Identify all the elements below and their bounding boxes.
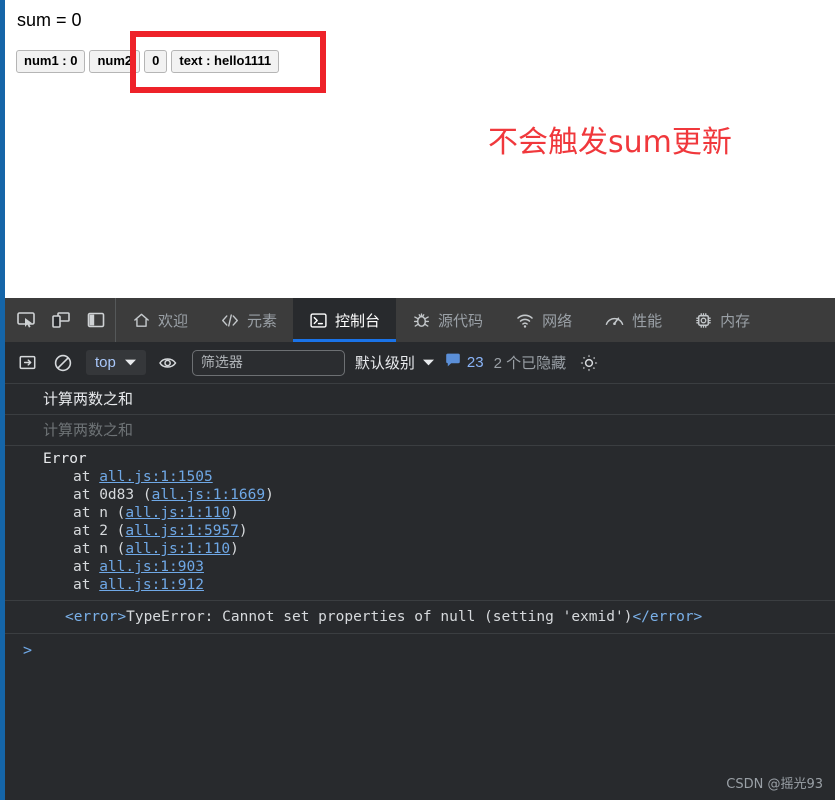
page-button-row: num1 : 0 num2 0 text : hello1111 — [16, 50, 280, 73]
console-filter-input[interactable] — [191, 349, 345, 376]
memory-chip-icon — [694, 311, 713, 330]
stack-prefix: at — [73, 541, 100, 557]
stack-trace-line: at 2 (all.js:1:5957) — [43, 522, 835, 540]
stack-trace-line: at n (all.js:1:110) — [43, 540, 835, 558]
prompt-caret-icon: > — [23, 641, 33, 659]
num2-value-button[interactable]: 0 — [144, 50, 168, 73]
num1-button[interactable]: num1 : 0 — [16, 50, 86, 73]
stack-trace-line: at all.js:1:1505 — [43, 468, 835, 486]
tab-sources-label: 源代码 — [438, 312, 484, 330]
log-level-select[interactable]: 默认级别 — [355, 352, 435, 373]
tab-network-label: 网络 — [542, 312, 573, 330]
devtools-tabs: 欢迎 元素 控制台 源代码 网络 性能 内存 — [116, 298, 835, 342]
stack-open: ( — [142, 487, 152, 503]
console-toolbar: top 默认级别 23 2 个已隐藏 — [5, 342, 835, 384]
devtools-panel: 欢迎 元素 控制台 源代码 网络 性能 内存 top 筛选器 默认级别 23 2… — [0, 298, 835, 800]
stack-close: ) — [230, 541, 239, 557]
bug-icon — [412, 311, 431, 330]
tab-console-label: 控制台 — [335, 312, 381, 330]
stack-prefix: at — [73, 577, 100, 593]
error-open-tag: <error> — [65, 609, 127, 625]
source-link[interactable]: all.js:1:5957 — [125, 523, 239, 539]
source-link[interactable]: all.js:1:1505 — [99, 469, 213, 485]
tab-memory[interactable]: 内存 — [678, 298, 766, 342]
tab-performance-label: 性能 — [632, 312, 663, 330]
stack-close: ) — [238, 523, 248, 539]
home-icon — [132, 311, 151, 330]
text-button[interactable]: text : hello1111 — [171, 50, 280, 73]
annotation-text: 不会触发sum更新 — [488, 125, 732, 160]
tab-network[interactable]: 网络 — [499, 298, 588, 342]
stack-trace-line: at n (all.js:1:110) — [43, 504, 835, 522]
tab-sources[interactable]: 源代码 — [396, 298, 499, 342]
stack-fn: 0d83 — [99, 487, 143, 503]
stack-prefix: at — [73, 487, 100, 503]
stack-fn: 2 — [99, 523, 117, 539]
message-bubble-icon — [445, 353, 461, 372]
tab-console[interactable]: 控制台 — [293, 298, 397, 342]
console-messages-list[interactable]: 计算两数之和 计算两数之和 Error at all.js:1:1505 at … — [5, 384, 835, 800]
console-error-stack-trace: Error at all.js:1:1505 at 0d83 (all.js:1… — [5, 446, 835, 601]
stack-prefix: at — [73, 559, 100, 575]
stack-trace-line: at all.js:1:912 — [43, 576, 835, 594]
live-expression-icon[interactable] — [156, 350, 182, 376]
console-log-entry: 计算两数之和 — [5, 384, 835, 415]
source-link[interactable]: all.js:1:110 — [125, 541, 230, 557]
dock-side-icon[interactable] — [83, 307, 109, 333]
execution-context-select[interactable]: top — [86, 350, 146, 375]
watermark-text: CSDN @摇光93 — [726, 777, 823, 792]
console-prompt-row[interactable]: > — [5, 634, 835, 667]
source-link[interactable]: all.js:1:903 — [99, 559, 204, 575]
message-count-value: 23 — [466, 354, 484, 371]
stack-close: ) — [230, 505, 239, 521]
console-error-xml-message: <error>TypeError: Cannot set properties … — [5, 601, 835, 634]
log-level-label: 默认级别 — [354, 355, 415, 372]
source-link[interactable]: all.js:1:1669 — [152, 487, 266, 503]
stack-trace-header: Error — [43, 451, 87, 467]
gear-icon[interactable] — [576, 350, 602, 376]
stack-trace-line: at all.js:1:903 — [43, 558, 835, 576]
stack-fn: n — [99, 505, 117, 521]
tab-memory-label: 内存 — [720, 312, 751, 330]
tab-welcome[interactable]: 欢迎 — [116, 298, 204, 342]
execution-context-value: top — [95, 354, 116, 371]
devtools-tabbar: 欢迎 元素 控制台 源代码 网络 性能 内存 — [5, 298, 835, 343]
chevron-down-icon — [422, 354, 435, 371]
clear-console-icon[interactable] — [50, 350, 76, 376]
inspect-element-icon[interactable] — [13, 307, 39, 333]
console-sidebar-icon[interactable] — [14, 350, 40, 376]
stack-prefix: at — [73, 523, 100, 539]
stack-prefix: at — [73, 469, 100, 485]
chevron-down-icon — [124, 354, 137, 371]
code-brackets-icon — [220, 311, 240, 330]
message-count-badge[interactable]: 23 — [445, 353, 484, 372]
stack-fn: n — [99, 541, 117, 557]
stack-close: ) — [265, 487, 274, 503]
hidden-messages-label: 2 个已隐藏 — [493, 355, 567, 372]
device-toolbar-icon[interactable] — [48, 307, 74, 333]
devtools-left-accent-strip — [0, 298, 5, 800]
page-content: sum = 0 num1 : 0 num2 0 text : hello1111… — [5, 0, 835, 298]
sum-display-text: sum = 0 — [17, 10, 82, 30]
tab-performance[interactable]: 性能 — [588, 298, 678, 342]
stack-trace-line: at 0d83 (all.js:1:1669) — [43, 486, 835, 504]
tab-welcome-label: 欢迎 — [158, 312, 189, 330]
error-close-tag: </error> — [632, 609, 703, 625]
tab-elements[interactable]: 元素 — [204, 298, 293, 342]
num2-button[interactable]: num2 — [89, 50, 141, 73]
console-log-entry: 计算两数之和 — [5, 415, 835, 446]
browser-page-viewport: sum = 0 num1 : 0 num2 0 text : hello1111… — [0, 0, 835, 298]
error-message-text: TypeError: Cannot set properties of null… — [126, 609, 633, 625]
performance-gauge-icon — [604, 311, 625, 330]
network-wifi-icon — [515, 311, 535, 330]
source-link[interactable]: all.js:1:110 — [125, 505, 230, 521]
tab-elements-label: 元素 — [247, 312, 278, 330]
source-link[interactable]: all.js:1:912 — [99, 577, 204, 593]
console-terminal-icon — [309, 311, 328, 330]
devtools-tool-icons — [5, 298, 116, 342]
stack-prefix: at — [73, 505, 100, 521]
console-prompt-input[interactable] — [32, 641, 835, 661]
